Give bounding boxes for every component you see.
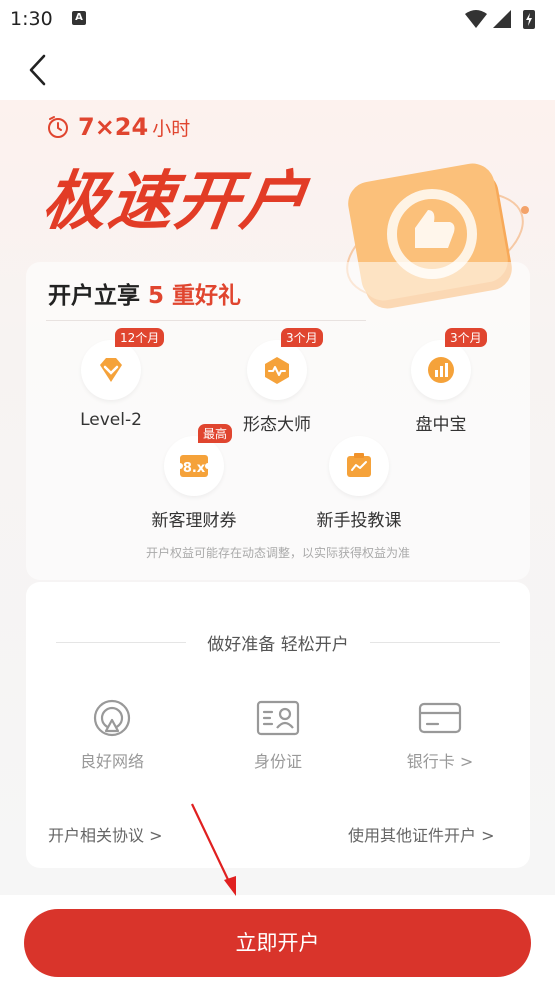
cta-bar: 立即开户 [0,895,555,986]
coupon-icon: 8.x 最高 [164,424,233,496]
status-bar: 1:30 A [0,0,555,40]
back-button[interactable] [24,52,54,88]
annotation-arrow [186,800,246,904]
signal-icon [493,10,511,28]
benefits-divider [46,320,366,321]
benefits-card: 开户立享 5 重好礼 12个月 Level-2 3个月 形态大师 3个月 盘中宝… [26,262,530,580]
prep-item-id-card: 身份证 [208,698,348,772]
benefit-badge: 最高 [198,424,233,443]
prep-label: 良好网络 [79,752,144,771]
benefit-item-course[interactable]: 新手投教课 [294,436,424,531]
other-id-link[interactable]: 使用其他证件开户 > [348,822,495,846]
benefit-label: 新客理财券 [151,511,237,531]
prep-item-network: 良好网络 [42,698,182,772]
status-icons [463,8,545,34]
notification-a-icon: A [72,11,86,25]
benefit-badge: 12个月 [115,328,165,347]
id-card-icon [256,700,300,736]
prep-label: 银行卡 > [406,752,474,771]
benefits-title-prefix: 开户立享 [48,283,140,309]
benefit-item-coupon[interactable]: 8.x 最高 新客理财券 [129,424,259,531]
level2-diamond-icon: 12个月 [81,328,165,400]
preparation-card: 做好准备 轻松开户 良好网络 身份证 银行卡 > 开户相关协议 > 使用其他证件… [26,582,530,868]
benefit-label: Level-2 [80,410,142,430]
benefits-title-suffix: 重好礼 [172,283,242,309]
benefit-badge: 3个月 [281,328,323,347]
chart-bars-icon: 3个月 [411,328,487,400]
status-time: 1:30 [10,8,53,30]
hours-row: 7×24 小时 [46,112,190,142]
prep-title-row: 做好准备 轻松开户 [26,630,530,655]
benefit-badge: 3个月 [445,328,487,347]
clock-icon [48,116,68,138]
bank-card-icon [418,702,462,734]
prep-divider-right [370,642,500,643]
hero-title: 极速开户 [37,165,313,239]
hours-big: 7×24 [78,113,149,141]
prep-item-bank-card[interactable]: 银行卡 > [370,698,510,772]
hours-small: 小时 [152,117,191,140]
wifi-icon [465,10,487,28]
benefit-item-level2[interactable]: 12个月 Level-2 [46,328,176,430]
benefit-item-panzhongbao[interactable]: 3个月 盘中宝 [376,328,506,435]
benefits-title-num: 5 [148,283,165,309]
benefit-item-pattern-master[interactable]: 3个月 形态大师 [212,328,342,435]
open-account-button[interactable]: 立即开户 [24,909,531,977]
benefits-note: 开户权益可能存在动态调整，以实际获得权益为准 [145,546,410,560]
coupon-value: 8.x [183,461,206,476]
agreement-link[interactable]: 开户相关协议 > [48,822,163,846]
network-icon [93,699,131,737]
benefit-label: 盘中宝 [415,415,467,435]
pattern-hexagon-icon: 3个月 [247,328,323,400]
course-chart-icon [329,436,389,496]
benefits-title: 开户立享 5 重好礼 [48,276,241,310]
chevron-left-icon [29,54,46,86]
benefit-label: 新手投教课 [316,511,402,531]
prep-label: 身份证 [253,752,302,771]
